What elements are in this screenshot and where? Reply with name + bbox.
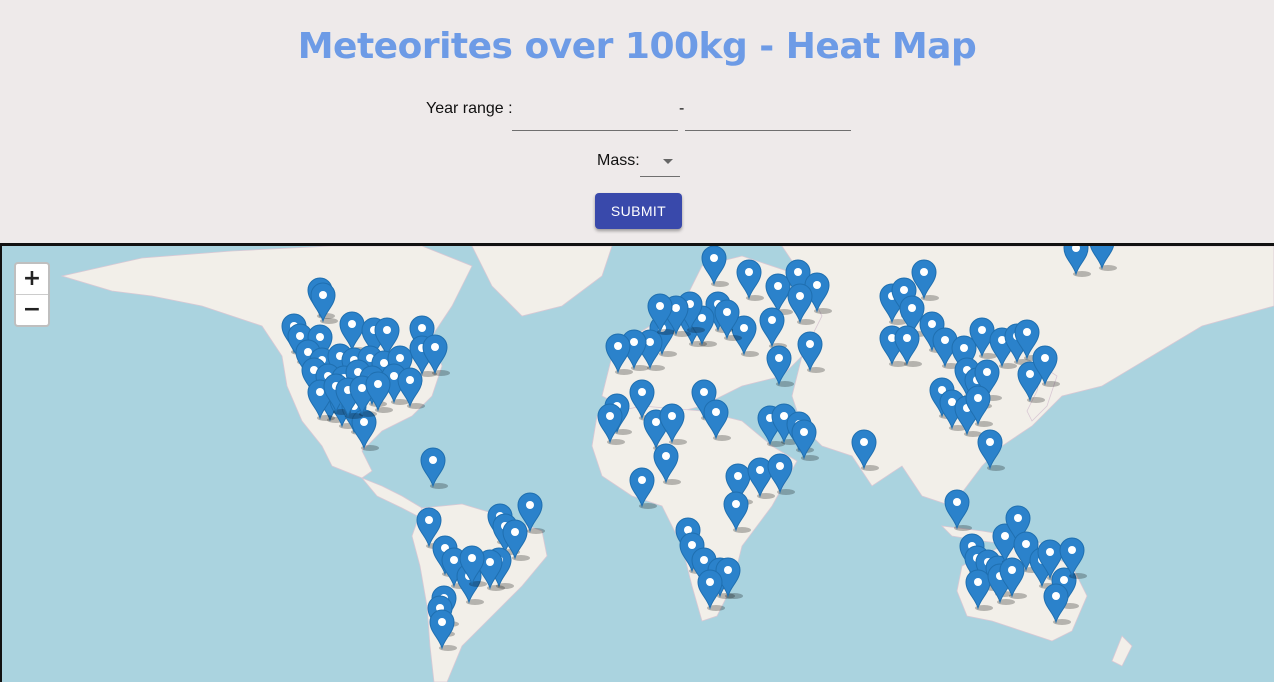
meteorite-marker-icon[interactable]	[944, 489, 972, 531]
land-new-zealand	[1111, 635, 1133, 667]
mass-select[interactable]	[640, 147, 680, 177]
land-greenland	[471, 246, 613, 317]
year-range-separator: -	[679, 100, 685, 117]
zoom-control: + −	[14, 262, 50, 327]
meteorite-marker-icon[interactable]	[420, 447, 448, 489]
year-range-label: Year range :	[426, 100, 513, 117]
page-title: Meteorites over 100kg - Heat Map	[297, 26, 977, 67]
world-map[interactable]	[2, 246, 1274, 682]
submit-button[interactable]: SUBMIT	[595, 193, 682, 229]
year-from-input[interactable]	[512, 102, 678, 131]
land-africa	[591, 405, 798, 622]
meteorite-marker-icon[interactable]	[791, 419, 819, 461]
year-to-input[interactable]	[685, 102, 851, 131]
chevron-down-icon	[663, 159, 673, 164]
zoom-in-button[interactable]: +	[16, 264, 48, 294]
zoom-out-button[interactable]: −	[16, 294, 48, 325]
map[interactable]: + −	[0, 243, 1274, 682]
mass-label: Mass:	[597, 152, 640, 169]
